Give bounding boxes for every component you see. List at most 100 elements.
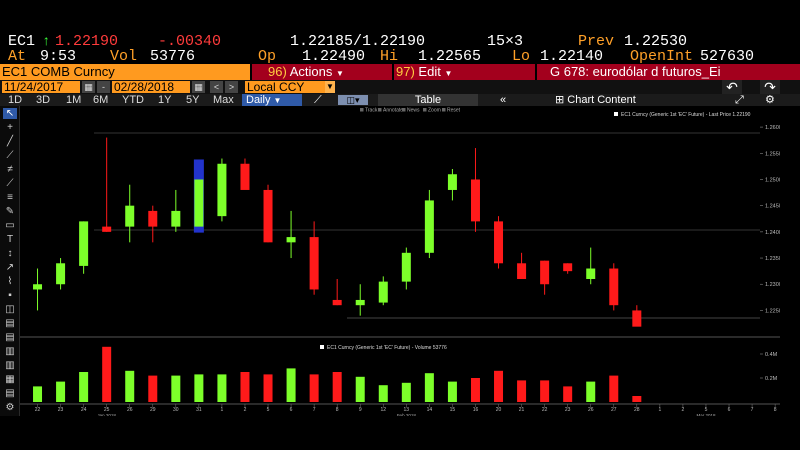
x-tick-label: 8: [774, 407, 777, 413]
marker-tool-icon[interactable]: ▪: [3, 290, 17, 301]
x-tick-label: 1: [221, 407, 224, 413]
frequency-dropdown[interactable]: Daily ▼: [242, 94, 302, 106]
candle-body: [563, 263, 573, 272]
measure-tool-icon[interactable]: ↕: [3, 248, 17, 259]
x-tick-label: 30: [173, 407, 179, 413]
indicator-tool-icon[interactable]: ▦: [3, 374, 17, 385]
undo-icon[interactable]: ↶: [722, 80, 742, 94]
chevron-down-icon[interactable]: ▼: [325, 81, 335, 93]
period-1y[interactable]: 1Y: [158, 94, 171, 106]
rect-tool-icon[interactable]: ▭: [3, 220, 17, 231]
prev-period-button[interactable]: <: [210, 81, 223, 93]
period-5y[interactable]: 5Y: [186, 94, 199, 106]
double-chevron-left-icon[interactable]: «: [500, 94, 506, 106]
x-tick-label: 22: [542, 407, 548, 413]
x-month-label: Jan 2018: [97, 413, 116, 416]
eraser-tool-icon[interactable]: ◫: [3, 304, 17, 315]
x-tick-label: 6: [728, 407, 731, 413]
volume-bar: [563, 386, 573, 402]
table-button[interactable]: Table: [378, 94, 478, 106]
caret-down-icon: ▼: [444, 69, 453, 78]
x-tick-label: 14: [427, 407, 433, 413]
trend-tool-icon[interactable]: ⟋: [3, 178, 17, 189]
x-tick-label: 2: [244, 407, 247, 413]
magnet-tool-icon[interactable]: ⌇: [3, 276, 17, 287]
panel-tool-icon[interactable]: ▤: [3, 388, 17, 399]
dash-separator: -: [97, 81, 110, 93]
calendar-icon[interactable]: ▦: [192, 81, 205, 93]
volume-bar: [540, 380, 550, 402]
volume-bar: [33, 386, 43, 402]
period-6m[interactable]: 6M: [93, 94, 108, 106]
candle-body: [332, 299, 342, 306]
gear-icon[interactable]: ⚙: [765, 94, 775, 106]
page-description: G 678: eurodólar d futuros_Ei: [550, 64, 721, 79]
pointer-icon[interactable]: ↖: [3, 108, 17, 119]
separator: [250, 64, 252, 80]
menu-item-track: Track: [365, 108, 378, 114]
end-date-field[interactable]: 02/28/2018: [112, 81, 190, 93]
expand-icon[interactable]: ⤢: [735, 94, 744, 106]
frequency-label: Daily: [246, 94, 271, 106]
volume-bar: [79, 372, 89, 402]
panel-tool-icon[interactable]: ▤: [3, 332, 17, 343]
volume-tick-label: 0.4M: [765, 352, 778, 358]
at-label: At: [8, 48, 27, 65]
arrow-tool-icon[interactable]: ↗: [3, 262, 17, 273]
volume-legend: EC1 Curncy (Generic 1st 'EC' Future) - V…: [327, 345, 447, 351]
menu-item-news: News: [407, 108, 420, 114]
volume-bar: [148, 375, 158, 402]
panel-tool-icon[interactable]: ▤: [3, 318, 17, 329]
candle-body: [540, 260, 550, 285]
settings-icon[interactable]: ⚙: [3, 402, 17, 413]
line-tool-icon[interactable]: ╱: [3, 136, 17, 147]
candle-body: [401, 252, 411, 282]
next-period-button[interactable]: >: [225, 81, 238, 93]
currency-field[interactable]: Local CCY: [245, 81, 325, 93]
channel-tool-icon[interactable]: ≠: [3, 164, 17, 175]
security-field[interactable]: EC1 COMB Curncy: [0, 64, 250, 80]
x-tick-label: 12: [380, 407, 386, 413]
volume-bar: [494, 370, 504, 402]
calendar-icon[interactable]: ▦: [82, 81, 95, 93]
candle-body: [378, 281, 388, 303]
redo-icon[interactable]: ↷: [760, 80, 780, 94]
period-1d[interactable]: 1D: [8, 94, 22, 106]
ray-tool-icon[interactable]: ⟋: [3, 150, 17, 161]
actions-menu[interactable]: 96) Actions ▼: [268, 64, 344, 80]
period-3d[interactable]: 3D: [36, 94, 50, 106]
price-volume-chart[interactable]: Track Annotate News Zoom Reset EC1 Curncy (G…: [20, 106, 780, 416]
period-max[interactable]: Max: [213, 94, 234, 106]
pen-tool-icon[interactable]: ✎: [3, 206, 17, 217]
edit-num: 97): [396, 64, 415, 79]
line-chart-icon[interactable]: ⟋: [314, 94, 322, 106]
x-tick-label: 16: [473, 407, 479, 413]
vol-tool-icon[interactable]: ▥: [3, 360, 17, 371]
x-tick-label: 31: [196, 407, 202, 413]
volume-bar: [378, 385, 388, 402]
chart-type-selector[interactable]: ◫▾: [338, 95, 368, 105]
text-tool-icon[interactable]: T: [3, 234, 17, 245]
candle-body: [33, 284, 43, 290]
start-date-field[interactable]: 11/24/2017: [2, 81, 80, 93]
edit-menu[interactable]: 97) Edit ▼: [396, 64, 452, 80]
period-1m[interactable]: 1M: [66, 94, 81, 106]
menu-checkbox: [402, 108, 406, 112]
candle-body: [309, 237, 319, 290]
price-tick-label: 1.23000: [765, 282, 780, 288]
chart-content-button[interactable]: ⊞ Chart Content: [555, 94, 685, 106]
legend-swatch: [614, 112, 618, 116]
crosshair-icon[interactable]: +: [3, 122, 17, 133]
candle-body: [217, 163, 227, 217]
open-label: Op: [258, 48, 277, 65]
x-tick-label: 20: [496, 407, 502, 413]
candle-body: [632, 310, 642, 327]
volume-bar: [171, 375, 181, 402]
openint-label: OpenInt: [630, 48, 694, 65]
fib-tool-icon[interactable]: ≡: [3, 192, 17, 203]
period-ytd[interactable]: YTD: [122, 94, 144, 106]
volume-tool-icon[interactable]: ▥: [3, 346, 17, 357]
x-month-label: Feb 2018: [397, 413, 417, 416]
x-tick-label: 2: [682, 407, 685, 413]
menu-item-reset: Reset: [447, 108, 461, 114]
